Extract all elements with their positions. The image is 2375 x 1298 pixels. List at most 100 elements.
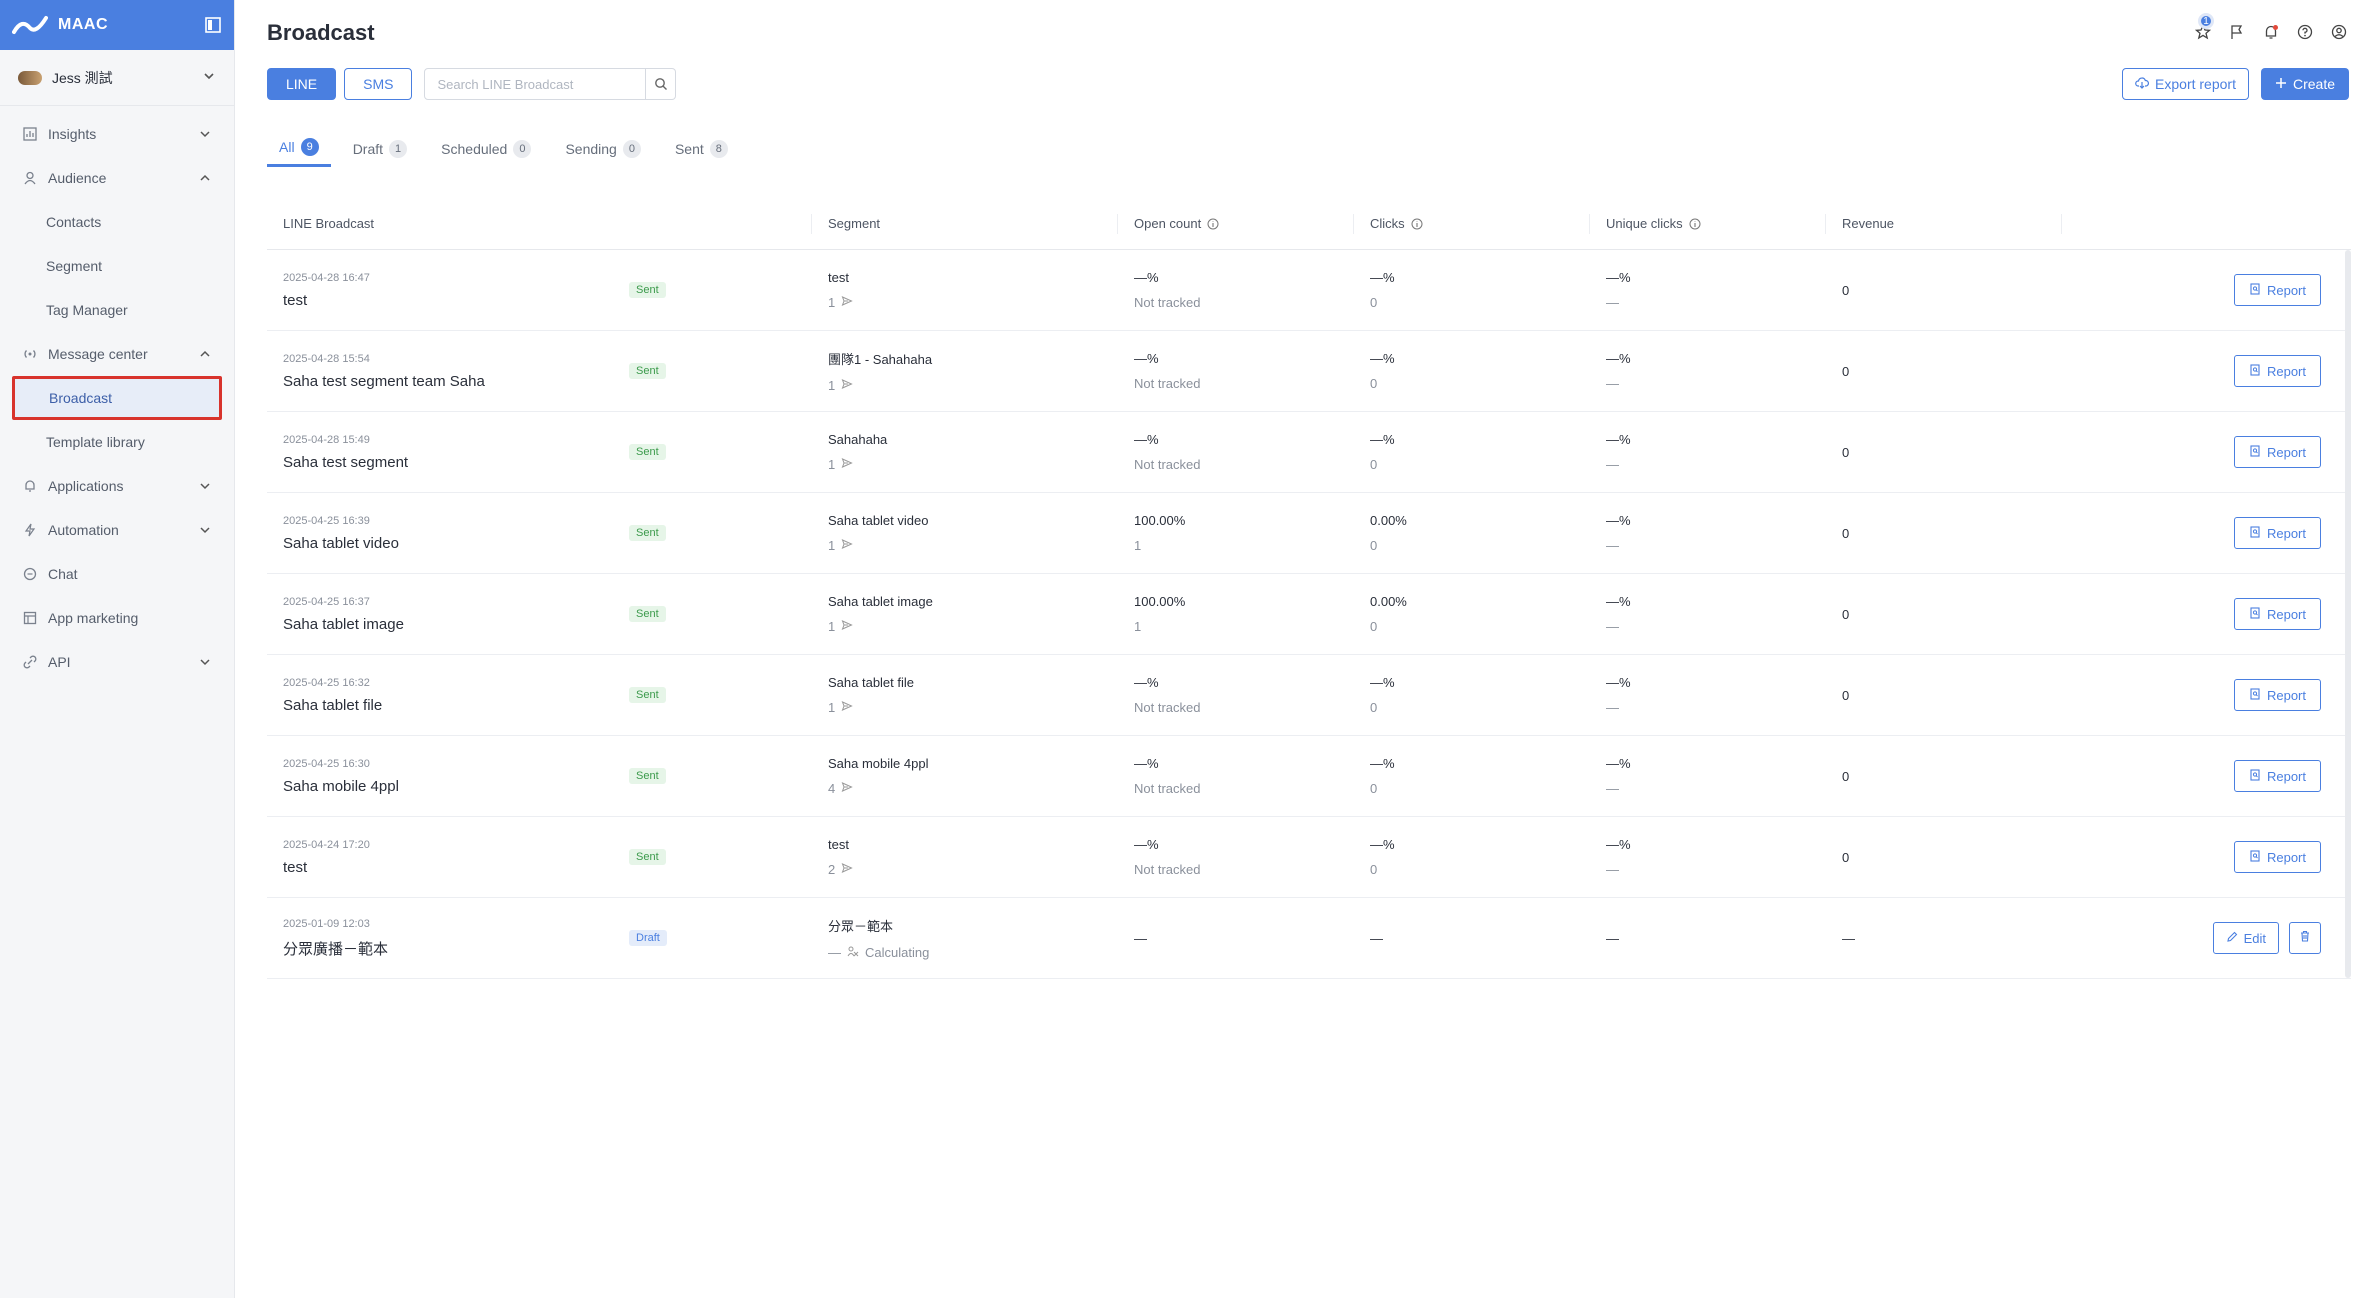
segment-cell: Sahahaha 1 — [812, 432, 1118, 472]
table-row[interactable]: 2025-04-25 16:30 Saha mobile 4ppl Sent S… — [267, 736, 2351, 817]
header-label: LINE Broadcast — [283, 216, 375, 231]
sidebar-item-template-library[interactable]: Template library — [0, 420, 234, 464]
tab-all[interactable]: All 9 — [267, 138, 331, 167]
broadcast-title[interactable]: Saha tablet file — [283, 697, 382, 714]
insights-icon — [22, 126, 38, 142]
report-button[interactable]: Report — [2233, 679, 2321, 711]
bell-icon[interactable] — [2261, 22, 2281, 42]
tab-scheduled[interactable]: Scheduled 0 — [429, 138, 543, 167]
export-report-button[interactable]: Export report — [2122, 68, 2249, 100]
create-button[interactable]: Create — [2260, 68, 2349, 100]
broadcast-title[interactable]: test — [283, 292, 370, 309]
sms-channel-button[interactable]: SMS — [344, 68, 413, 100]
row-actions: Report — [2062, 679, 2351, 711]
sidebar-item-automation[interactable]: Automation — [0, 508, 234, 552]
report-button[interactable]: Report — [2233, 598, 2321, 630]
calculating-label: Calculating — [865, 945, 930, 960]
segment-count: 4 — [828, 781, 836, 796]
open-rate: — — [1134, 930, 1147, 946]
broadcast-name-cell: 2025-04-25 16:32 Saha tablet file Sent — [267, 655, 812, 735]
click-count: 0 — [1370, 376, 1378, 391]
tab-sending[interactable]: Sending 0 — [553, 138, 653, 167]
sidebar-item-label: API — [48, 654, 71, 670]
sidebar-item-contacts[interactable]: Contacts — [0, 200, 234, 244]
table-row[interactable]: 2025-04-28 15:49 Saha test segment Sent … — [267, 412, 2351, 493]
export-report-label: Export report — [2155, 76, 2236, 92]
broadcast-title[interactable]: Saha test segment — [283, 454, 408, 471]
broadcast-title[interactable]: Saha tablet image — [283, 616, 404, 633]
table-row[interactable]: 2025-04-28 16:47 test Sent test 1 —% Not… — [267, 250, 2351, 331]
search-input[interactable]: Search LINE Broadcast — [424, 68, 647, 100]
revenue-value: 0 — [1842, 687, 1850, 703]
revenue-cell: 0 — [1826, 688, 2062, 703]
info-icon[interactable] — [1207, 218, 1219, 230]
table-row-draft[interactable]: 2025-01-09 12:03 分眾廣播－範本 Draft 分眾－範本 — Ca… — [267, 898, 2351, 979]
tab-label: Sending — [565, 140, 617, 157]
broadcast-title[interactable]: Saha mobile 4ppl — [283, 778, 399, 795]
unique-rate: —% — [1606, 675, 1631, 690]
broadcast-date: 2025-01-09 12:03 — [283, 917, 370, 930]
report-label: Report — [2266, 282, 2306, 298]
info-icon[interactable] — [1689, 218, 1701, 230]
help-icon[interactable] — [2295, 22, 2315, 42]
open-count-cell: 100.00% 1 — [1118, 594, 1354, 634]
unique-clicks-cell: —% — — [1590, 594, 1826, 634]
table-row[interactable]: 2025-04-28 15:54 Saha test segment team … — [267, 331, 2351, 412]
sidebar-item-broadcast[interactable]: Broadcast — [12, 376, 222, 420]
report-button[interactable]: Report — [2233, 274, 2321, 306]
edit-button[interactable]: Edit — [2212, 922, 2279, 954]
table-row[interactable]: 2025-04-25 16:32 Saha tablet file Sent S… — [267, 655, 2351, 736]
broadcast-title[interactable]: test — [283, 859, 370, 876]
broadcast-title[interactable]: 分眾廣播－範本 — [283, 938, 388, 959]
unique-rate: —% — [1606, 594, 1631, 609]
star-icon[interactable]: 1 — [2193, 13, 2214, 42]
clicks-cell: —% 0 — [1354, 675, 1590, 715]
sidebar-item-applications[interactable]: Applications — [0, 464, 234, 508]
sidebar-item-message-center[interactable]: Message center — [0, 332, 234, 376]
scrollbar[interactable] — [2345, 250, 2351, 978]
info-icon[interactable] — [1411, 218, 1423, 230]
report-button[interactable]: Report — [2233, 517, 2321, 549]
status-badge: Sent — [629, 606, 666, 622]
flag-icon[interactable] — [2227, 22, 2247, 42]
table-row[interactable]: 2025-04-25 16:37 Saha tablet image Sent … — [267, 574, 2351, 655]
plus-icon — [2275, 76, 2287, 92]
table-row[interactable]: 2025-04-25 16:39 Saha tablet video Sent … — [267, 493, 2351, 574]
line-channel-button[interactable]: LINE — [267, 68, 337, 100]
send-icon — [841, 862, 853, 877]
report-icon — [2249, 363, 2261, 379]
user-icon[interactable] — [2329, 22, 2349, 42]
search-icon[interactable] — [646, 68, 677, 100]
sidebar-item-segment[interactable]: Segment — [0, 244, 234, 288]
report-button[interactable]: Report — [2233, 760, 2321, 792]
report-button[interactable]: Report — [2233, 355, 2321, 387]
delete-button[interactable] — [2289, 922, 2321, 954]
broadcast-title[interactable]: Saha test segment team Saha — [283, 373, 485, 390]
account-switcher[interactable]: Jess 測試 — [0, 50, 234, 106]
unique-count: — — [1606, 376, 1619, 391]
sidebar-item-chat[interactable]: Chat — [0, 552, 234, 596]
revenue-value: 0 — [1842, 363, 1850, 379]
report-button[interactable]: Report — [2233, 436, 2321, 468]
sidebar-item-api[interactable]: API — [0, 640, 234, 684]
table-row[interactable]: 2025-04-24 17:20 test Sent test 2 —% Not… — [267, 817, 2351, 898]
open-count: Not tracked — [1134, 376, 1201, 391]
sidebar-item-insights[interactable]: Insights — [0, 112, 234, 156]
sidebar-item-audience[interactable]: Audience — [0, 156, 234, 200]
unique-clicks-cell: —% — — [1590, 837, 1826, 877]
unique-clicks-cell: — — [1590, 931, 1826, 946]
app-icon — [22, 610, 38, 626]
report-button[interactable]: Report — [2233, 841, 2321, 873]
status-badge: Sent — [629, 687, 666, 703]
collapse-sidebar-icon[interactable] — [204, 16, 222, 34]
maac-logo-icon[interactable] — [12, 14, 48, 36]
tab-sent[interactable]: Sent 8 — [663, 138, 740, 167]
revenue-cell: 0 — [1826, 364, 2062, 379]
sidebar-item-app-marketing[interactable]: App marketing — [0, 596, 234, 640]
report-icon — [2249, 849, 2261, 865]
sidebar-item-tag-manager[interactable]: Tag Manager — [0, 288, 234, 332]
unique-clicks-cell: —% — — [1590, 270, 1826, 310]
tab-draft[interactable]: Draft 1 — [341, 138, 419, 167]
broadcast-title[interactable]: Saha tablet video — [283, 535, 399, 552]
brand-bar: MAAC — [0, 0, 234, 50]
